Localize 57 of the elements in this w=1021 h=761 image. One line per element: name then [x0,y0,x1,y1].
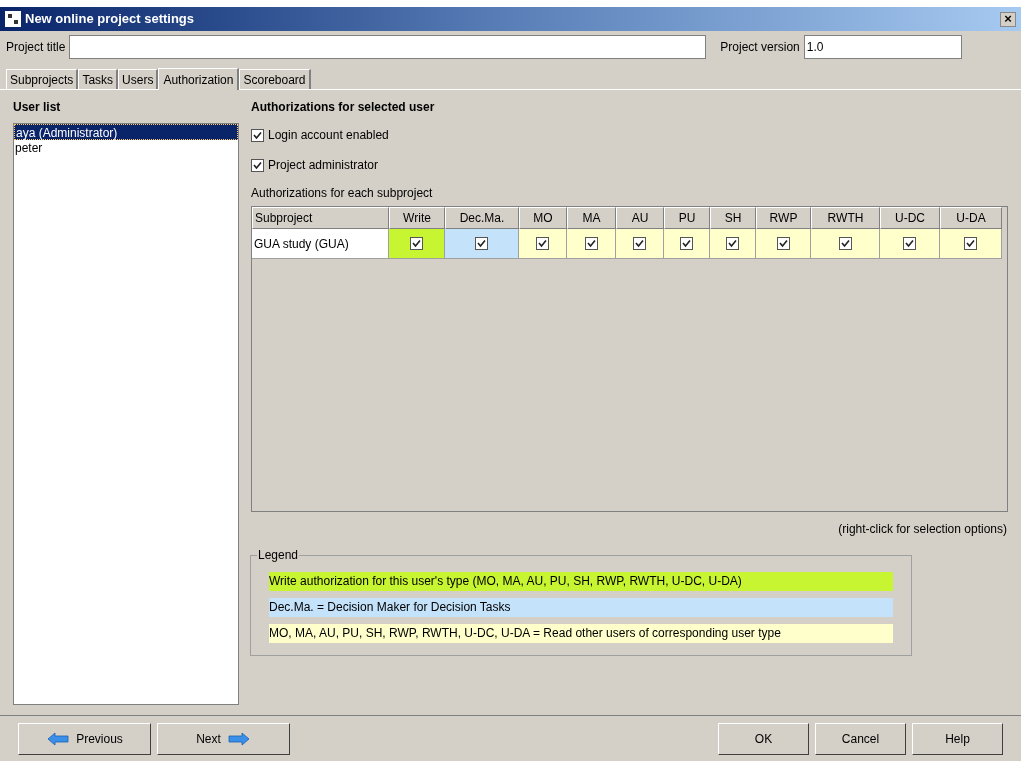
legend-item: Dec.Ma. = Decision Maker for Decision Tasks [269,598,893,617]
checkbox[interactable] [903,237,916,250]
close-button[interactable]: × [1000,11,1016,27]
legend-title: Legend [257,547,300,564]
field-label: Project title [6,39,66,56]
user-list-item[interactable]: aya (Administrator) [14,124,238,140]
column-header[interactable]: SH [710,207,756,229]
legend-item: Write authorization for this user's type (MO, MA, AU, PU, SH, RWP, RWTH, U-DC, U-DA) [269,572,893,591]
left-arrow-icon [46,731,71,746]
table-cell: GUA study (GUA) [252,229,389,259]
column-header[interactable]: Dec.Ma. [445,207,519,229]
column-header[interactable]: U-DA [940,207,1002,229]
checkbox[interactable] [251,128,264,142]
checkbox[interactable] [680,237,693,250]
dialog-button[interactable]: OK [718,722,809,755]
tab[interactable]: Subprojects [6,69,79,89]
field-label: Project version [720,39,800,56]
previous-button[interactable]: Previous [18,722,151,755]
tab[interactable]: Tasks [78,69,119,89]
checkbox[interactable] [251,158,264,172]
checkbox[interactable] [584,237,598,250]
column-header[interactable]: MA [567,207,616,229]
tab[interactable]: Scoreboard [239,69,311,89]
column-header[interactable]: Write [389,207,445,229]
checkbox[interactable] [410,237,423,250]
checkbox[interactable] [633,237,646,250]
dialog-button[interactable]: Cancel [815,722,906,755]
user-list-item[interactable]: peter [14,140,238,156]
tab[interactable]: Authorization [158,68,240,90]
column-header[interactable]: MO [519,207,567,229]
column-header[interactable]: Subproject [252,207,389,229]
section-title: Authorizations for selected user [251,99,436,116]
column-header[interactable]: U-DC [880,207,940,229]
checkbox[interactable] [475,237,488,250]
checkbox[interactable] [964,237,977,250]
section-title: User list [13,99,62,116]
table-caption: Authorizations for each subproject [251,185,434,202]
checkbox[interactable] [536,237,549,250]
checkbox[interactable] [726,237,739,250]
right-arrow-icon [226,731,251,746]
window-title: New online project settings [25,10,196,29]
app-icon [5,11,21,27]
checkbox-label: Login account enabled [268,127,389,144]
checkbox[interactable] [838,237,852,250]
legend-item: MO, MA, AU, PU, SH, RWP, RWTH, U-DC, U-DA = Read other users of corresponding user type [269,624,893,643]
checkbox-label: Project administrator [268,157,379,174]
tab[interactable]: Users [118,69,159,89]
column-header[interactable]: AU [616,207,664,229]
project-version-field[interactable]: 1.0 [803,35,962,59]
column-header[interactable]: RWTH [811,207,880,229]
hint-text: (right-click for selection options) [838,521,1007,538]
column-header[interactable]: RWP [756,207,811,229]
column-header[interactable]: PU [664,207,710,229]
next-button[interactable]: Next [157,722,290,755]
checkbox[interactable] [776,237,790,250]
dialog-button[interactable]: Help [912,722,1003,755]
project-title-field[interactable] [69,35,707,59]
